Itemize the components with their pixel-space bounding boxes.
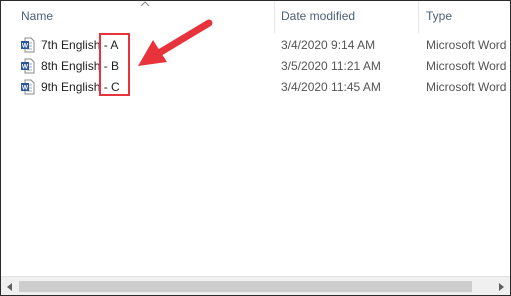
column-header-name[interactable]: Name bbox=[21, 9, 53, 23]
horizontal-scrollbar[interactable] bbox=[1, 276, 510, 295]
file-type: Microsoft Word bbox=[426, 80, 507, 94]
column-header-date-modified[interactable]: Date modified bbox=[281, 9, 355, 23]
svg-text:W: W bbox=[22, 85, 29, 92]
scroll-right-icon[interactable] bbox=[492, 277, 509, 295]
file-row[interactable]: W 7th English - A 3/4/2020 9:14 AM Micro… bbox=[1, 35, 510, 56]
column-divider[interactable] bbox=[418, 1, 419, 33]
word-document-icon: W bbox=[21, 79, 35, 95]
file-date-modified: 3/4/2020 9:14 AM bbox=[281, 38, 376, 52]
column-divider[interactable] bbox=[274, 1, 275, 33]
column-header-row: Name Date modified Type bbox=[1, 1, 510, 33]
file-type: Microsoft Word bbox=[426, 38, 507, 52]
column-header-type[interactable]: Type bbox=[426, 9, 452, 23]
file-row[interactable]: W 8th English - B 3/5/2020 11:21 AM Micr… bbox=[1, 56, 510, 77]
scrollbar-thumb[interactable] bbox=[19, 281, 472, 292]
file-date-modified: 3/5/2020 11:21 AM bbox=[281, 59, 381, 73]
word-document-icon: W bbox=[21, 37, 35, 53]
scroll-left-icon[interactable] bbox=[1, 277, 18, 295]
word-document-icon: W bbox=[21, 58, 35, 74]
file-date-modified: 3/4/2020 11:45 AM bbox=[281, 80, 381, 94]
file-type: Microsoft Word bbox=[426, 59, 507, 73]
annotation-highlight-box bbox=[99, 33, 130, 96]
svg-text:W: W bbox=[22, 43, 29, 50]
chevron-up-icon[interactable] bbox=[140, 1, 150, 7]
file-row[interactable]: W 9th English - C 3/4/2020 11:45 AM Micr… bbox=[1, 77, 510, 98]
svg-text:W: W bbox=[22, 64, 29, 71]
file-explorer-window: Name Date modified Type W 7th English - … bbox=[0, 0, 511, 296]
